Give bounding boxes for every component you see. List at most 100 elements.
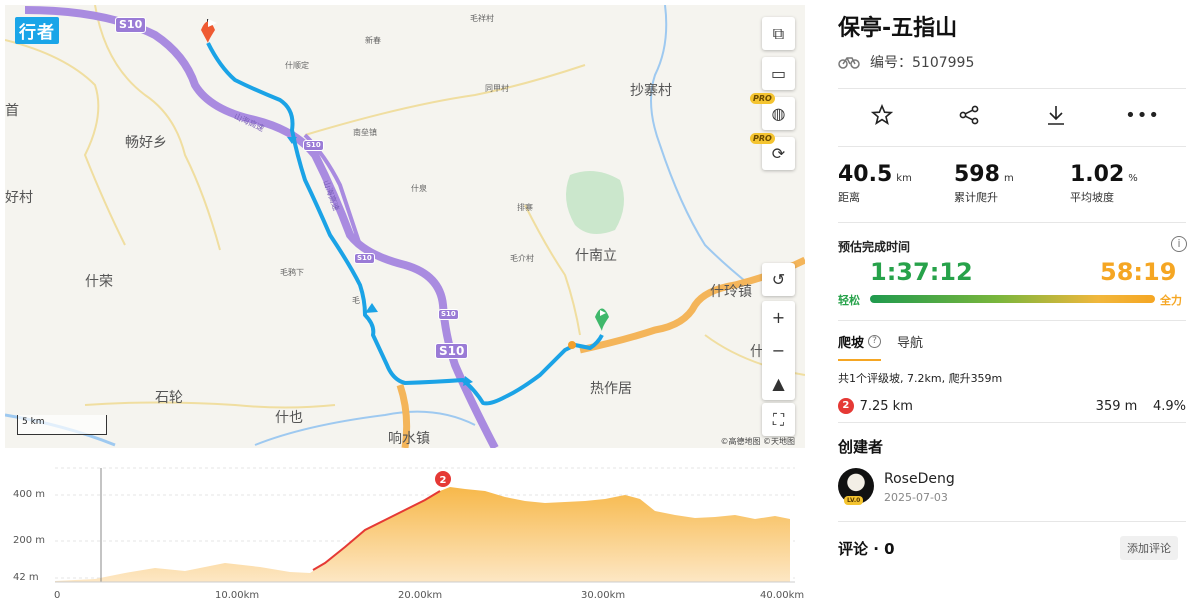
highway-shield-main: S10 bbox=[435, 343, 469, 359]
zoom-controls: + − ▲ bbox=[762, 301, 795, 400]
place-label-small: 新春 bbox=[365, 36, 381, 45]
stat-unit: % bbox=[1128, 173, 1138, 184]
place-label: 什南立 bbox=[575, 248, 617, 264]
more-button[interactable]: ••• bbox=[1125, 100, 1160, 130]
y-tick-label: 42 m bbox=[13, 572, 39, 583]
history-icon[interactable]: ↺ bbox=[762, 263, 795, 296]
highway-shield-mid: S10 bbox=[438, 309, 459, 320]
info-icon[interactable]: i bbox=[1171, 236, 1187, 252]
route-info-panel: 保亭-五指山 编号：5107995 ••• 40.5 km 距离 598 m 累… bbox=[838, 0, 1187, 612]
place-label-small: 排寨 bbox=[517, 203, 533, 212]
copy-icon[interactable]: ⧉ bbox=[762, 17, 795, 50]
download-button[interactable] bbox=[1041, 100, 1071, 130]
climb-distance: 7.25 km bbox=[859, 398, 913, 414]
divider bbox=[838, 320, 1186, 321]
divider bbox=[838, 222, 1186, 223]
place-label: 热作居 bbox=[590, 381, 632, 397]
detail-tabs: 爬坡 ? 导航 bbox=[838, 332, 923, 361]
action-bar: ••• bbox=[838, 100, 1186, 130]
compass-icon[interactable]: ▲ bbox=[762, 367, 795, 400]
fullscreen-icon[interactable]: ⛶ bbox=[762, 403, 795, 436]
add-comment-button[interactable]: 添加评论 bbox=[1120, 536, 1178, 560]
climb-row[interactable]: 2 7.25 km 359 m 4.9% bbox=[838, 398, 1186, 414]
divider bbox=[838, 88, 1186, 89]
map-scale: 5 km bbox=[17, 415, 107, 435]
stat-value: 40.5 bbox=[838, 162, 893, 187]
climb-category-badge: 2 bbox=[838, 398, 854, 414]
pro-badge: PRO bbox=[750, 133, 775, 144]
elevation-profile[interactable]: 2 400 m 200 m 42 m 0 10.00km 20.00km 30.… bbox=[5, 455, 805, 612]
route-map[interactable]: 行者 S10 S10 S10 S10 S10 首 畅好乡 抄寨村 好村 什荣 什… bbox=[5, 5, 805, 448]
zoom-in-button[interactable]: + bbox=[762, 301, 795, 334]
route-id: 编号：5107995 bbox=[870, 55, 975, 71]
route-id-row: 编号：5107995 bbox=[838, 52, 974, 72]
effort-bar bbox=[870, 295, 1155, 303]
place-label: 石轮 bbox=[155, 390, 183, 406]
star-icon bbox=[870, 104, 893, 125]
time-full: 58:19 bbox=[1100, 258, 1177, 286]
map-credits: ©高德地图 ©天地图 bbox=[720, 437, 795, 446]
x-tick-label: 20.00km bbox=[398, 590, 443, 601]
stat-distance: 40.5 km 距离 bbox=[838, 162, 912, 205]
label-easy: 轻松 bbox=[838, 294, 860, 307]
x-tick-label: 40.00km bbox=[760, 590, 805, 601]
message-icon[interactable]: ▭ bbox=[762, 57, 795, 90]
climb-marker: 2 bbox=[440, 475, 447, 486]
stat-unit: km bbox=[896, 173, 912, 184]
copy-button[interactable]: ⧉ bbox=[762, 17, 795, 50]
bicycle-icon bbox=[838, 57, 860, 69]
climb-grade: 4.9% bbox=[1152, 398, 1186, 414]
divider bbox=[838, 422, 1186, 423]
place-label: 响水镇 bbox=[388, 431, 430, 447]
stat-value: 598 bbox=[954, 162, 1000, 187]
app-logo: 行者 bbox=[15, 17, 59, 44]
creator-name[interactable]: RoseDeng bbox=[884, 471, 955, 487]
time-easy: 1:37:12 bbox=[870, 258, 973, 286]
fullscreen-button[interactable]: ⛶ bbox=[762, 403, 795, 436]
map-canvas[interactable] bbox=[5, 5, 805, 448]
place-label-small: 什泉 bbox=[411, 184, 427, 193]
stat-unit: m bbox=[1003, 173, 1014, 184]
comments-title: 评论 · 0 bbox=[838, 540, 895, 558]
stat-value: 1.02 bbox=[1070, 162, 1125, 187]
share-icon bbox=[959, 105, 978, 125]
help-icon[interactable]: ? bbox=[868, 335, 882, 348]
tab-navigation[interactable]: 导航 bbox=[897, 332, 923, 361]
x-tick-label: 30.00km bbox=[581, 590, 626, 601]
stat-ascent: 598 m 累计爬升 bbox=[954, 162, 1014, 205]
stat-label: 平均坡度 bbox=[1070, 191, 1114, 204]
stat-label: 累计爬升 bbox=[954, 191, 998, 204]
level-badge: LV.0 bbox=[844, 496, 864, 505]
feedback-button[interactable]: ▭ bbox=[762, 57, 795, 90]
reset-view-button[interactable]: ↺ bbox=[762, 263, 795, 296]
favorite-button[interactable] bbox=[867, 100, 897, 130]
share-button[interactable] bbox=[954, 100, 984, 130]
x-tick-label: 10.00km bbox=[215, 590, 260, 601]
route-detail-page: 行者 S10 S10 S10 S10 S10 首 畅好乡 抄寨村 好村 什荣 什… bbox=[0, 0, 1191, 612]
stat-label: 距离 bbox=[838, 191, 860, 204]
place-label-small: 同甲村 bbox=[485, 84, 509, 93]
highway-shield-small: S10 bbox=[303, 140, 324, 151]
zoom-out-button[interactable]: − bbox=[762, 334, 795, 367]
place-label: 什荣 bbox=[85, 274, 113, 290]
place-label-small: 毛祥村 bbox=[470, 14, 494, 23]
place-label: 好村 bbox=[5, 190, 33, 206]
divider bbox=[838, 521, 1186, 522]
place-label: 抄寨村 bbox=[630, 83, 672, 99]
place-label-small: 毛鸦下 bbox=[280, 268, 304, 277]
y-tick-label: 200 m bbox=[13, 535, 46, 546]
climb-summary: 共1个评级坡, 7.2km, 爬升359m bbox=[838, 372, 1003, 385]
tab-climb-label: 爬坡 bbox=[838, 336, 865, 351]
highway-shield: S10 bbox=[115, 17, 147, 33]
more-icon: ••• bbox=[1125, 104, 1160, 126]
tab-climb[interactable]: 爬坡 ? bbox=[838, 332, 882, 361]
elevation-chart[interactable]: 2 bbox=[5, 455, 805, 590]
place-label: 首 bbox=[5, 103, 19, 119]
creator-date: 2025-07-03 bbox=[884, 491, 948, 504]
highway-shield-small-2: S10 bbox=[354, 253, 375, 264]
divider bbox=[838, 146, 1186, 147]
stat-grade: 1.02% 平均坡度 bbox=[1070, 162, 1138, 205]
climb-gain: 359 m bbox=[1095, 398, 1138, 414]
place-label-small: 什顺定 bbox=[285, 61, 309, 70]
place-label-small: 毛介村 bbox=[510, 254, 534, 263]
